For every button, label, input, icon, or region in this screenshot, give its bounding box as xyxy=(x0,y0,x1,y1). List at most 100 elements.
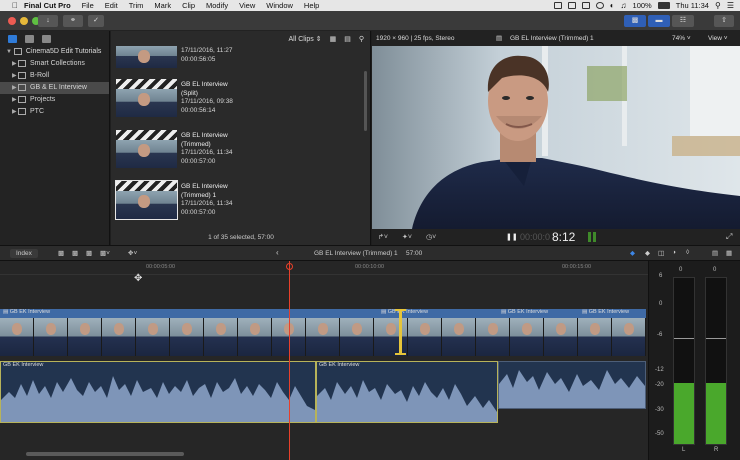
menu-clip[interactable]: Clip xyxy=(182,1,195,10)
transform-menu-icon[interactable]: ↱˅ xyxy=(378,233,388,241)
menu-trim[interactable]: Trim xyxy=(129,1,144,10)
view-label: View xyxy=(708,35,722,42)
timecode-display[interactable]: 8:12 xyxy=(552,230,575,244)
timeline-ruler[interactable]: 00:00:05:00 00:00:10:00 00:00:15:00 xyxy=(0,261,648,275)
clip-frame xyxy=(116,46,177,68)
playhead-handle[interactable] xyxy=(286,263,293,270)
libraries-sidebar: ▼ Cinema5D Edit Tutorials ▶ Smart Collect… xyxy=(0,31,110,245)
share-button[interactable]: ⇧ xyxy=(714,15,734,27)
library-item[interactable]: ▼ Cinema5D Edit Tutorials xyxy=(0,46,109,58)
disclosure-down-icon[interactable]: ▼ xyxy=(6,49,12,55)
photos-audio-icon[interactable] xyxy=(25,34,34,43)
menu-help[interactable]: Help xyxy=(304,1,319,10)
menu-mark[interactable]: Mark xyxy=(154,1,171,10)
trim-edit-point[interactable] xyxy=(399,309,402,355)
video-clip-header[interactable] xyxy=(0,309,646,318)
close-window-button[interactable] xyxy=(8,17,16,25)
meter-scale-label: -6 xyxy=(657,332,663,338)
show-timeline-toggle[interactable]: ▬ xyxy=(648,15,670,27)
apple-icon[interactable]:  xyxy=(12,1,24,10)
menu-window[interactable]: Window xyxy=(266,1,293,10)
library-name: Cinema5D Edit Tutorials xyxy=(25,48,102,55)
meter-peak-mark xyxy=(674,338,694,339)
display-icon[interactable] xyxy=(581,2,590,9)
battery-icon[interactable] xyxy=(657,2,670,9)
audio-clip[interactable] xyxy=(498,361,646,409)
menu-list-icon[interactable]: ☰ xyxy=(727,1,734,10)
menu-edit[interactable]: Edit xyxy=(105,1,118,10)
clip-title-suffix: (Trimmed) 1 xyxy=(181,191,217,199)
timeline-scrollbar[interactable] xyxy=(26,452,184,456)
clock-text[interactable]: Thu 11:34 xyxy=(676,1,709,10)
clip-appearance-icon[interactable]: ▤ xyxy=(712,249,718,257)
search-icon[interactable]: ⚲ xyxy=(359,35,364,43)
clip-label: ▤ GB EK Interview xyxy=(501,309,548,315)
sidebar-item-b-roll[interactable]: ▶ B-Roll xyxy=(0,70,109,82)
clip-thumbnail[interactable] xyxy=(116,46,177,68)
fullscreen-icon[interactable]: ⤢ xyxy=(726,232,732,242)
back-arrow-icon[interactable]: ‹ xyxy=(276,248,279,257)
view-dropdown[interactable]: View ˅ xyxy=(708,35,728,42)
effects-menu-icon[interactable]: ✦˅ xyxy=(402,233,412,241)
playhead[interactable] xyxy=(289,261,290,460)
finder-icon[interactable] xyxy=(553,2,562,9)
titles-generators-icon[interactable] xyxy=(42,34,51,43)
audio-waveform xyxy=(499,370,645,408)
snapping-icon[interactable]: ◊ xyxy=(686,249,689,256)
audio-clip[interactable]: GB EK Interview xyxy=(316,361,498,423)
effects-browser-icon[interactable]: ▦ xyxy=(726,249,732,257)
libraries-icon[interactable] xyxy=(8,34,17,43)
background-tasks-button[interactable]: ✓ xyxy=(88,15,104,27)
sidebar-item-gb-el-interview[interactable]: ▶ GB & EL Interview xyxy=(0,82,109,94)
filmstrip-frame xyxy=(578,318,612,356)
filmstrip-frame xyxy=(612,318,646,356)
clip-thumbnail[interactable] xyxy=(116,130,177,168)
bluetooth-icon[interactable] xyxy=(595,2,604,9)
skimming-icon[interactable]: ◆ xyxy=(630,249,635,257)
append-clip-icon[interactable]: ▩ xyxy=(86,249,92,257)
overwrite-clip-icon[interactable]: ▩˅ xyxy=(100,249,110,257)
spotlight-icon[interactable]: ⚲ xyxy=(715,1,721,10)
audio-clip[interactable]: GB EK Interview xyxy=(0,361,316,423)
clip-thumbnail[interactable] xyxy=(116,79,177,117)
headphones-icon[interactable]: ◫ xyxy=(658,249,664,257)
menu-view[interactable]: View xyxy=(239,1,255,10)
zoom-dropdown[interactable]: 74% ˅ xyxy=(672,35,691,42)
filmstrip-frame xyxy=(102,318,136,356)
speed-menu-icon[interactable]: ◷˅ xyxy=(426,233,436,241)
timeline[interactable]: 00:00:05:00 00:00:10:00 00:00:15:00 ✥ ▤ … xyxy=(0,261,648,460)
menu-app-name[interactable]: Final Cut Pro xyxy=(24,1,71,10)
video-filmstrip[interactable] xyxy=(0,318,646,356)
sidebar-item-ptc[interactable]: ▶ PTC xyxy=(0,106,109,118)
solo-icon[interactable]: ◑ xyxy=(672,249,676,256)
video-frame[interactable] xyxy=(372,46,740,229)
menu-file[interactable]: File xyxy=(82,1,94,10)
all-clips-dropdown[interactable]: All Clips ⇕ xyxy=(288,35,321,43)
menu-modify[interactable]: Modify xyxy=(206,1,228,10)
audio-skimming-icon[interactable]: ◆ xyxy=(645,249,650,257)
index-button[interactable]: Index xyxy=(10,249,38,258)
download-icon: ↓ xyxy=(46,17,50,24)
clip-thumbnail-selected[interactable] xyxy=(115,180,178,220)
show-inspector-toggle[interactable]: ☷ xyxy=(672,15,694,27)
connect-clip-icon[interactable]: ▩ xyxy=(58,249,64,257)
filmstrip-icon[interactable]: ▤ xyxy=(344,35,351,43)
filmstrip-face xyxy=(590,323,600,335)
insert-clip-icon[interactable]: ▩ xyxy=(72,249,78,257)
import-button[interactable]: ↓ xyxy=(38,15,58,27)
meter-peak-mark xyxy=(706,338,726,339)
wifi-icon[interactable]: ◐ xyxy=(610,1,615,10)
clip-appearance-icon[interactable]: ▦ xyxy=(330,35,337,43)
sidebar-item-smart-collections[interactable]: ▶ Smart Collections xyxy=(0,58,109,70)
select-tool-icon[interactable]: ✥˅ xyxy=(128,249,137,257)
show-browser-toggle[interactable]: ▩ xyxy=(624,15,646,27)
cast-icon[interactable] xyxy=(567,2,576,9)
filmstrip-frame xyxy=(544,318,578,356)
pause-icon[interactable]: ❚❚ xyxy=(506,233,518,241)
sidebar-item-projects[interactable]: ▶ Projects xyxy=(0,94,109,106)
minimize-window-button[interactable] xyxy=(20,17,28,25)
audio-meter-mini-left xyxy=(588,232,591,242)
browser-scrollbar[interactable] xyxy=(364,71,367,131)
volume-icon[interactable]: ♫ xyxy=(621,1,627,10)
keywords-button[interactable]: ⚭ xyxy=(63,15,83,27)
